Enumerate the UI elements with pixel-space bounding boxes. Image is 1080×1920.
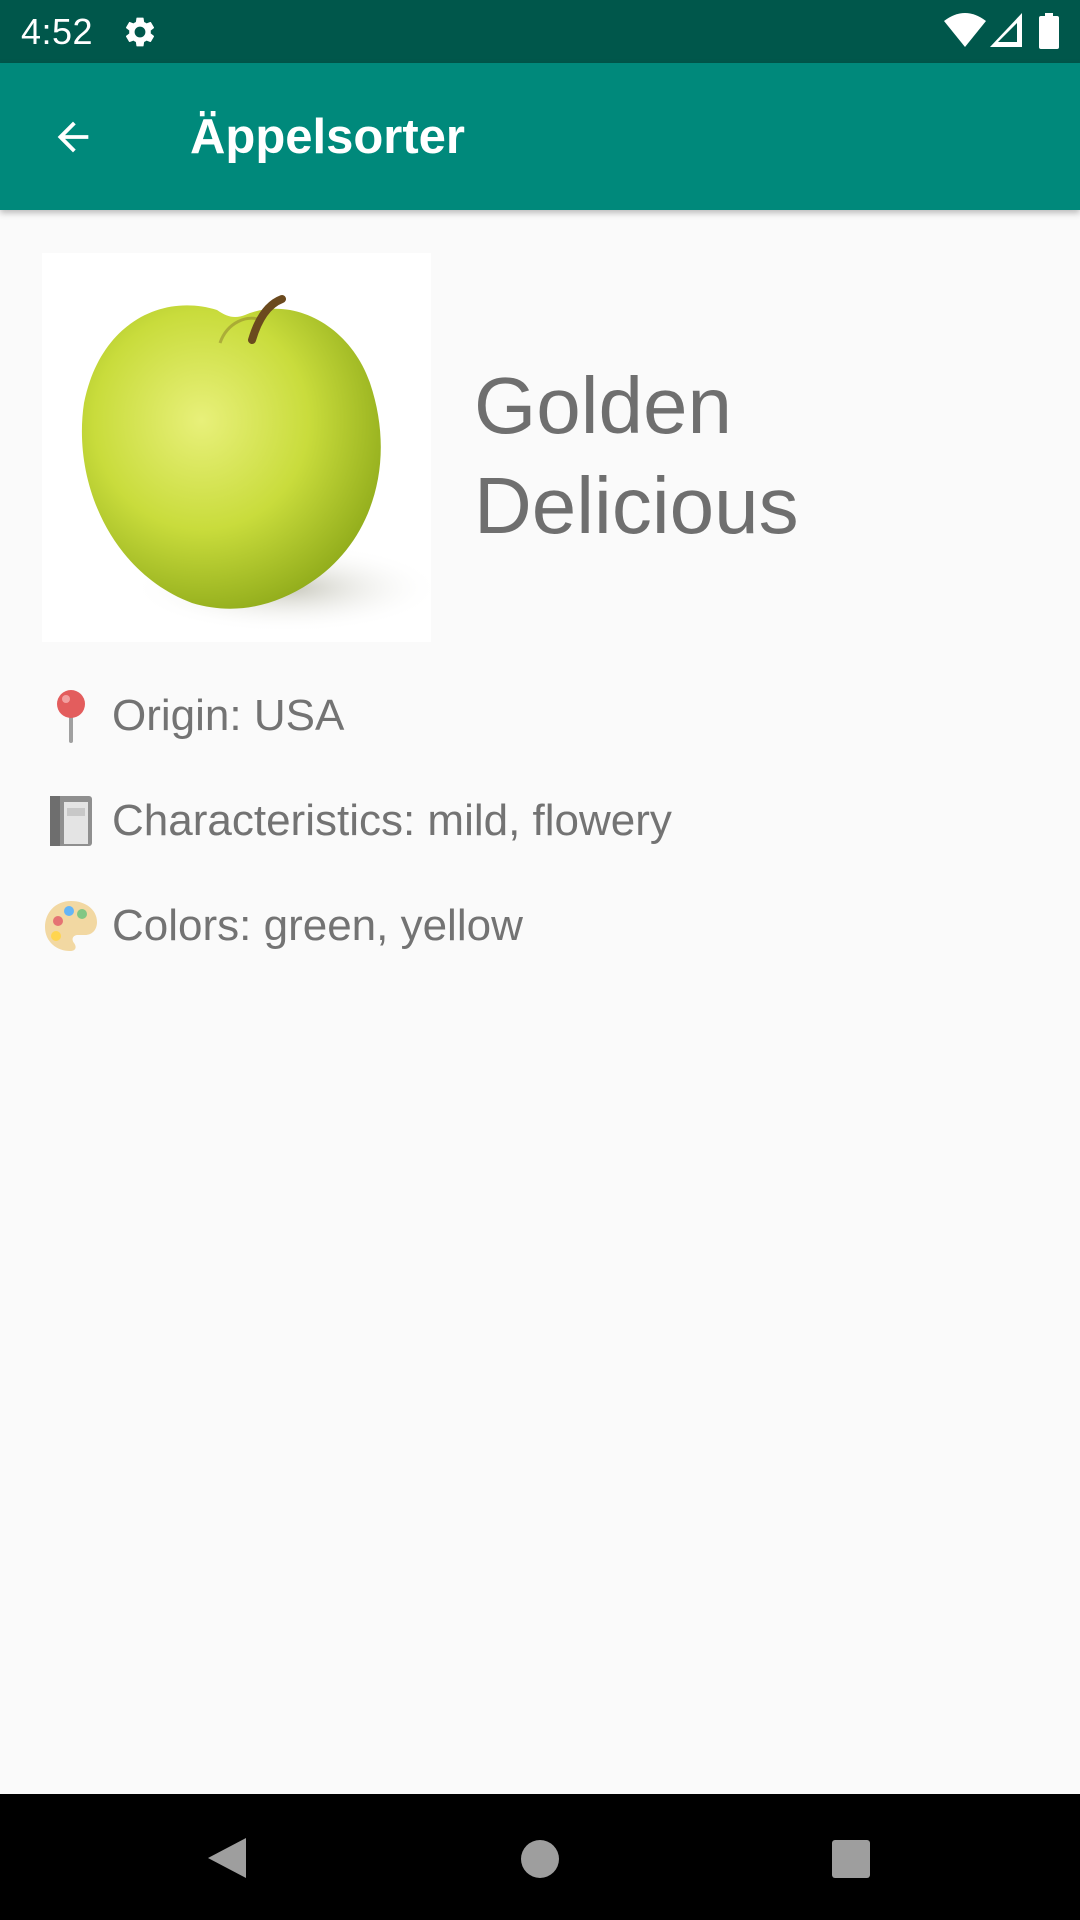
nav-back-icon[interactable]	[204, 1834, 248, 1882]
status-bar: 4:52	[0, 0, 1080, 63]
arrow-back-icon	[57, 121, 89, 153]
colors-text: Colors: green, yellow	[112, 901, 523, 950]
status-time: 4:52	[21, 11, 94, 52]
apple-photo	[81, 295, 431, 633]
gear-icon	[125, 17, 155, 47]
wifi-icon	[944, 13, 986, 47]
battery-icon	[1039, 13, 1059, 49]
apple-image	[42, 253, 431, 642]
round-pushpin-icon	[57, 690, 85, 743]
characteristics-row: Characteristics: mild, flowery	[42, 785, 672, 857]
origin-row: Origin: USA	[42, 680, 344, 752]
apple-name: Golden Delicious	[474, 361, 799, 550]
signal-icon	[990, 13, 1022, 47]
nav-home-icon[interactable]	[519, 1838, 561, 1880]
colors-row: Colors: green, yellow	[42, 890, 523, 962]
app-title: Äppelsorter	[190, 110, 466, 164]
apple-detail-content: Golden Delicious Origin: USA Characteris…	[0, 210, 1080, 1794]
app-bar: Äppelsorter	[0, 63, 1080, 210]
origin-text: Origin: USA	[112, 691, 345, 740]
nav-recents-icon[interactable]	[830, 1838, 872, 1880]
back-button[interactable]	[34, 104, 112, 170]
characteristics-text: Characteristics: mild, flowery	[112, 796, 672, 845]
palette-icon	[45, 901, 97, 951]
notebook-icon	[50, 796, 92, 846]
